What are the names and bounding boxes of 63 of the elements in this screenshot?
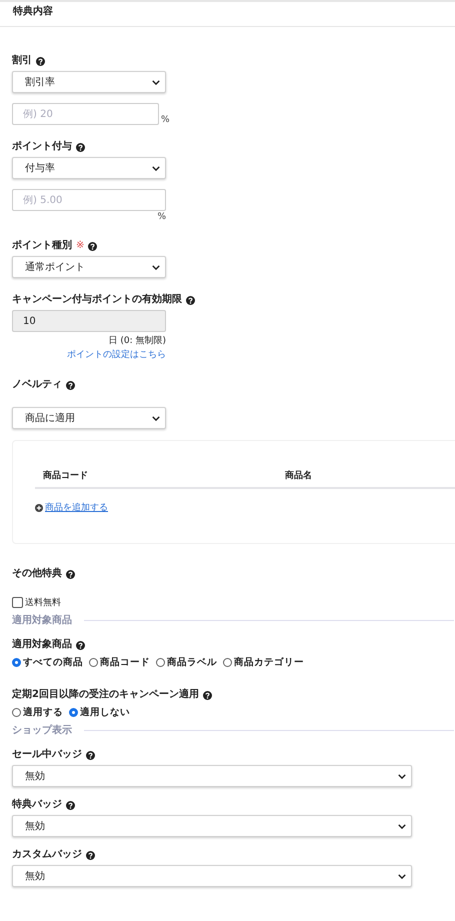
unit-label: % — [157, 212, 166, 222]
radio-button[interactable] — [223, 658, 232, 667]
radio-label: 適用する — [23, 706, 63, 719]
help-icon[interactable] — [66, 380, 75, 390]
radio-button[interactable] — [12, 708, 21, 717]
column-header: 商品名 — [285, 469, 312, 482]
select-field[interactable]: 付与率 — [12, 157, 166, 179]
input-field[interactable]: 10 — [12, 310, 166, 332]
section-title: 特典内容 — [13, 6, 53, 17]
help-icon[interactable] — [88, 242, 98, 250]
chevron-down-icon — [152, 80, 160, 84]
field-label: キャンペーン付与ポイントの有効期限 — [12, 294, 182, 306]
select-field[interactable]: 割引率 — [12, 71, 166, 93]
required-mark: ※ — [76, 240, 84, 252]
select-field[interactable]: 通常ポイント — [12, 256, 166, 278]
radio-label: 商品カテゴリー — [234, 656, 304, 669]
radio-button[interactable] — [69, 708, 78, 717]
checkbox-label: 送料無料 — [25, 596, 61, 609]
field-label: セール中バッジ — [12, 749, 82, 761]
select-field[interactable]: 無効 — [12, 765, 412, 787]
plus-circle-icon — [35, 504, 43, 512]
radio-button[interactable] — [156, 658, 165, 667]
chevron-down-icon — [398, 824, 406, 828]
help-icon[interactable] — [36, 56, 45, 66]
field-label: ポイント種別 — [12, 240, 72, 252]
help-icon[interactable] — [76, 640, 85, 650]
help-icon[interactable] — [66, 800, 75, 810]
field-label: カスタムバッジ — [12, 849, 82, 861]
radio-button[interactable] — [12, 658, 21, 667]
settings-link[interactable]: ポイントの設定はこちら — [67, 348, 166, 361]
field-label: ポイント付与 — [12, 141, 72, 153]
help-icon[interactable] — [86, 850, 95, 860]
field-label: ノベルティ — [12, 379, 62, 391]
checkbox[interactable] — [12, 597, 23, 608]
section-heading: ショップ表示 — [12, 723, 72, 737]
help-icon[interactable] — [86, 750, 95, 760]
help-icon[interactable] — [76, 142, 85, 152]
section-heading: 適用対象商品 — [12, 613, 72, 627]
field-label: 特典バッジ — [12, 799, 62, 811]
chevron-down-icon — [152, 264, 160, 270]
unit-label: % — [161, 115, 170, 125]
column-header: 商品コード — [43, 469, 89, 482]
radio-label: すべての商品 — [23, 656, 83, 669]
select-field[interactable]: 商品に適用 — [12, 407, 166, 429]
help-icon[interactable] — [186, 296, 195, 304]
select-field[interactable]: 無効 — [12, 865, 412, 887]
field-label: その他特典 — [12, 568, 62, 580]
radio-button[interactable] — [89, 658, 98, 667]
chevron-down-icon — [152, 166, 160, 170]
select-field[interactable]: 無効 — [12, 815, 412, 837]
radio-label: 商品ラベル — [167, 656, 217, 669]
field-label: 適用対象商品 — [12, 639, 72, 651]
chevron-down-icon — [152, 416, 160, 420]
radio-label: 適用しない — [80, 706, 130, 719]
field-label: 定期2回目以降の受注のキャンペーン適用 — [12, 689, 199, 701]
chevron-down-icon — [398, 874, 406, 878]
help-icon[interactable] — [202, 690, 212, 700]
add-product-link[interactable]: 商品を追加する — [45, 501, 108, 514]
help-icon[interactable] — [66, 570, 75, 578]
chevron-down-icon — [398, 774, 406, 778]
radio-label: 商品コード — [100, 656, 150, 669]
hint-text: 日 (0: 無制限) — [108, 334, 166, 347]
field-label: 割引 — [12, 55, 32, 67]
